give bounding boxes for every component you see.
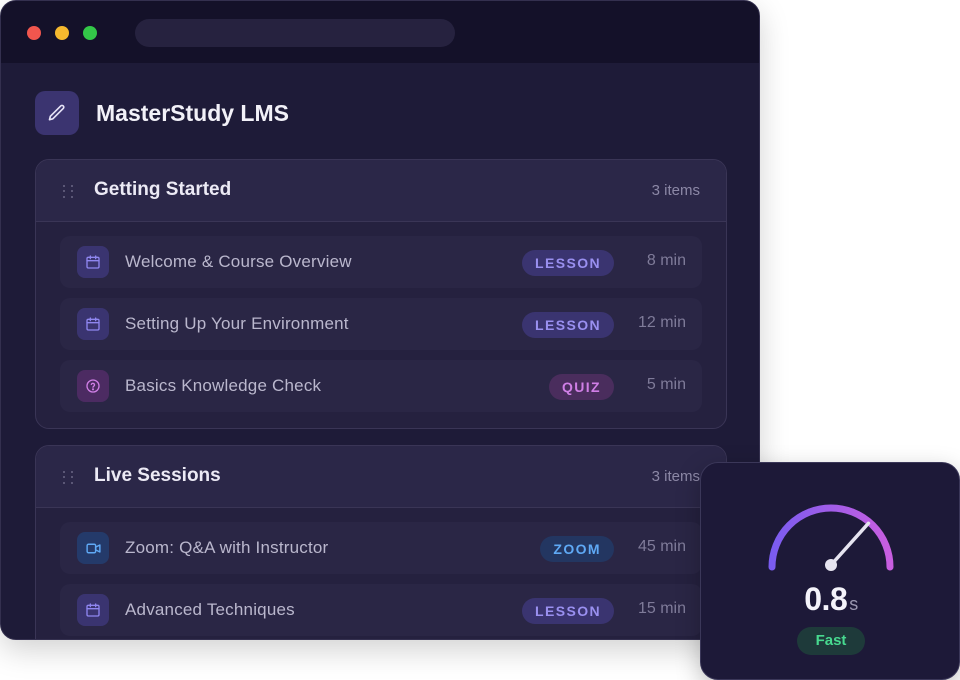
drag-handle-icon[interactable]	[63, 471, 75, 485]
video-camera-icon	[77, 532, 109, 564]
lesson-title: Zoom: Q&A with Instructor	[125, 538, 329, 557]
section-item-count: 3 items	[651, 468, 700, 485]
calendar-icon	[77, 308, 109, 340]
drag-handle-icon[interactable]	[63, 185, 75, 199]
section-header[interactable]: Getting Started 3 items	[36, 160, 726, 222]
section-title: Live Sessions	[94, 465, 221, 486]
question-circle-icon	[77, 370, 109, 402]
calendar-icon	[77, 246, 109, 278]
lesson-type-badge: ZOOM	[540, 536, 614, 562]
lesson-title: Welcome & Course Overview	[125, 252, 352, 271]
lesson-row[interactable]: Setting Up Your Environment LESSON 12 mi…	[60, 298, 702, 350]
gauge-arc	[768, 504, 894, 571]
address-bar[interactable]	[135, 19, 455, 47]
gauge-unit: s	[849, 594, 858, 614]
brand-header: MasterStudy LMS	[35, 91, 289, 135]
lesson-duration: 45 min	[637, 538, 686, 555]
lesson-title: Advanced Techniques	[125, 600, 295, 619]
lesson-duration: 12 min	[637, 314, 686, 331]
lesson-title: Basics Knowledge Check	[125, 376, 322, 395]
lesson-type-badge: LESSON	[522, 250, 614, 276]
curriculum-section: Getting Started 3 items Welcome & Course…	[35, 159, 727, 429]
speed-gauge-card: 0.8 s Fast	[700, 462, 960, 680]
curriculum-section: Live Sessions 3 items Zoom: Q&A with Ins…	[35, 445, 727, 639]
minimize-window-button[interactable]	[55, 26, 69, 40]
lesson-row[interactable]: Welcome & Course Overview LESSON 8 min	[60, 236, 702, 288]
close-window-button[interactable]	[27, 26, 41, 40]
title-bar	[1, 1, 759, 63]
lesson-type-badge: LESSON	[522, 312, 614, 338]
lesson-duration: 8 min	[646, 252, 686, 269]
lesson-title: Setting Up Your Environment	[125, 314, 349, 333]
zoom-row[interactable]: Zoom: Q&A with Instructor ZOOM 45 min	[60, 522, 702, 574]
lesson-duration: 15 min	[637, 600, 686, 617]
lesson-duration: 5 min	[646, 376, 686, 393]
section-title: Getting Started	[94, 179, 232, 200]
maximize-window-button[interactable]	[83, 26, 97, 40]
gauge-pivot	[825, 559, 837, 571]
gauge-status-badge: Fast	[797, 627, 865, 655]
pencil-icon	[35, 91, 79, 135]
calendar-icon	[77, 594, 109, 626]
lesson-type-badge: QUIZ	[548, 374, 614, 400]
section-header[interactable]: Live Sessions 3 items	[36, 446, 726, 508]
app-window: MasterStudy LMS Getting Started 3 items …	[0, 0, 760, 640]
gauge-needle	[829, 521, 871, 567]
speed-gauge	[768, 504, 894, 571]
lesson-type-badge: LESSON	[522, 598, 614, 624]
gauge-value: 0.8 s	[804, 581, 858, 617]
app-title: MasterStudy LMS	[96, 99, 289, 126]
lesson-row[interactable]: Advanced Techniques LESSON 15 min	[60, 584, 702, 636]
quiz-row[interactable]: Basics Knowledge Check QUIZ 5 min	[60, 360, 702, 412]
section-item-count: 3 items	[651, 182, 700, 199]
